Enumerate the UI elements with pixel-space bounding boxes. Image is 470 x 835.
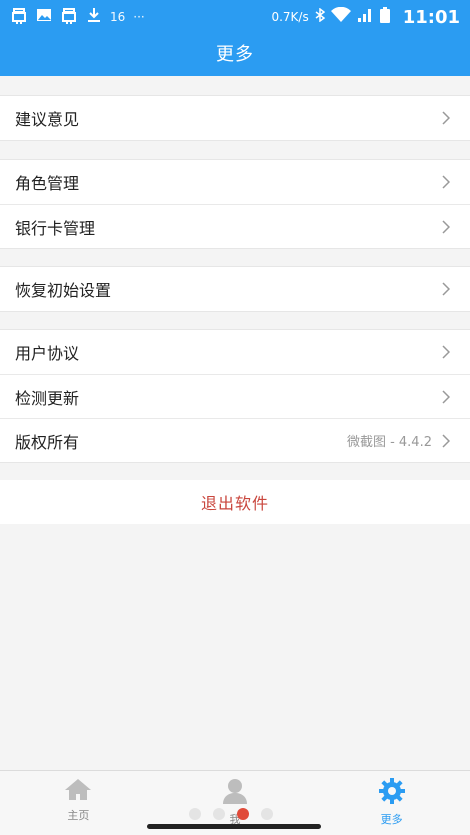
chevron-right-icon bbox=[438, 433, 454, 449]
menu-item-label: 恢复初始设置 bbox=[15, 281, 112, 300]
menu-item-label: 检测更新 bbox=[15, 388, 80, 408]
status-bar: 16 ··· 0.7K/s 11:01 bbox=[0, 0, 470, 34]
wifi-icon bbox=[330, 6, 351, 27]
home-gesture-bar[interactable] bbox=[147, 824, 321, 829]
image-icon bbox=[36, 7, 52, 27]
menu-item-check-update[interactable]: 检测更新 bbox=[0, 374, 470, 418]
version-text: 微截图 - 4.4.2 bbox=[346, 435, 432, 450]
battery-icon bbox=[379, 6, 391, 28]
menu-item-label: 建议意见 bbox=[15, 110, 80, 129]
tab-home[interactable]: 主页 bbox=[0, 771, 157, 835]
menu-item-label: 版权所有 bbox=[15, 432, 80, 452]
menu-item-user-agreement[interactable]: 用户协议 bbox=[0, 330, 470, 374]
page-indicator bbox=[189, 808, 273, 820]
settings-group-management: 角色管理 银行卡管理 bbox=[0, 159, 470, 249]
menu-item-feedback[interactable]: 建议意见 bbox=[0, 96, 470, 140]
tab-label: 更多 bbox=[380, 813, 403, 826]
chevron-right-icon bbox=[438, 281, 454, 297]
menu-item-bank-card-management[interactable]: 银行卡管理 bbox=[0, 204, 470, 248]
menu-item-label: 银行卡管理 bbox=[15, 218, 96, 238]
bug-icon bbox=[60, 6, 78, 29]
page-dot bbox=[261, 808, 273, 820]
home-icon bbox=[63, 777, 93, 805]
chevron-right-icon bbox=[438, 174, 454, 190]
menu-item-reset-settings[interactable]: 恢复初始设置 bbox=[0, 267, 470, 311]
settings-group-feedback: 建议意见 bbox=[0, 95, 470, 141]
bug-icon bbox=[10, 6, 28, 29]
user-icon bbox=[222, 777, 248, 809]
page-dot bbox=[213, 808, 225, 820]
download-icon bbox=[86, 7, 102, 27]
bluetooth-icon bbox=[315, 7, 325, 26]
chevron-right-icon bbox=[438, 219, 454, 235]
more-notifications-icon: ··· bbox=[133, 10, 145, 24]
tab-label: 主页 bbox=[67, 809, 90, 822]
settings-group-about: 用户协议 检测更新 版权所有 微截图 - 4.4.2 bbox=[0, 329, 470, 463]
network-speed: 0.7K/s bbox=[271, 10, 309, 24]
menu-item-copyright[interactable]: 版权所有 微截图 - 4.4.2 bbox=[0, 418, 470, 462]
settings-group-reset: 恢复初始设置 bbox=[0, 266, 470, 312]
page-dot-active bbox=[237, 808, 249, 820]
notification-count: 16 bbox=[110, 10, 126, 24]
menu-item-label: 角色管理 bbox=[15, 174, 80, 193]
gear-icon bbox=[378, 777, 406, 809]
page-dot bbox=[189, 808, 201, 820]
page-title: 更多 bbox=[216, 44, 254, 65]
chevron-right-icon bbox=[438, 110, 454, 126]
menu-item-role-management[interactable]: 角色管理 bbox=[0, 160, 470, 204]
logout-button[interactable]: 退出软件 bbox=[0, 480, 470, 524]
chevron-right-icon bbox=[438, 389, 454, 405]
signal-icon bbox=[357, 7, 373, 27]
chevron-right-icon bbox=[438, 344, 454, 360]
tab-more[interactable]: 更多 bbox=[313, 771, 470, 835]
app-header: 16 ··· 0.7K/s 11:01 更多 bbox=[0, 0, 470, 76]
menu-item-label: 用户协议 bbox=[15, 344, 80, 363]
clock: 11:01 bbox=[402, 6, 460, 28]
